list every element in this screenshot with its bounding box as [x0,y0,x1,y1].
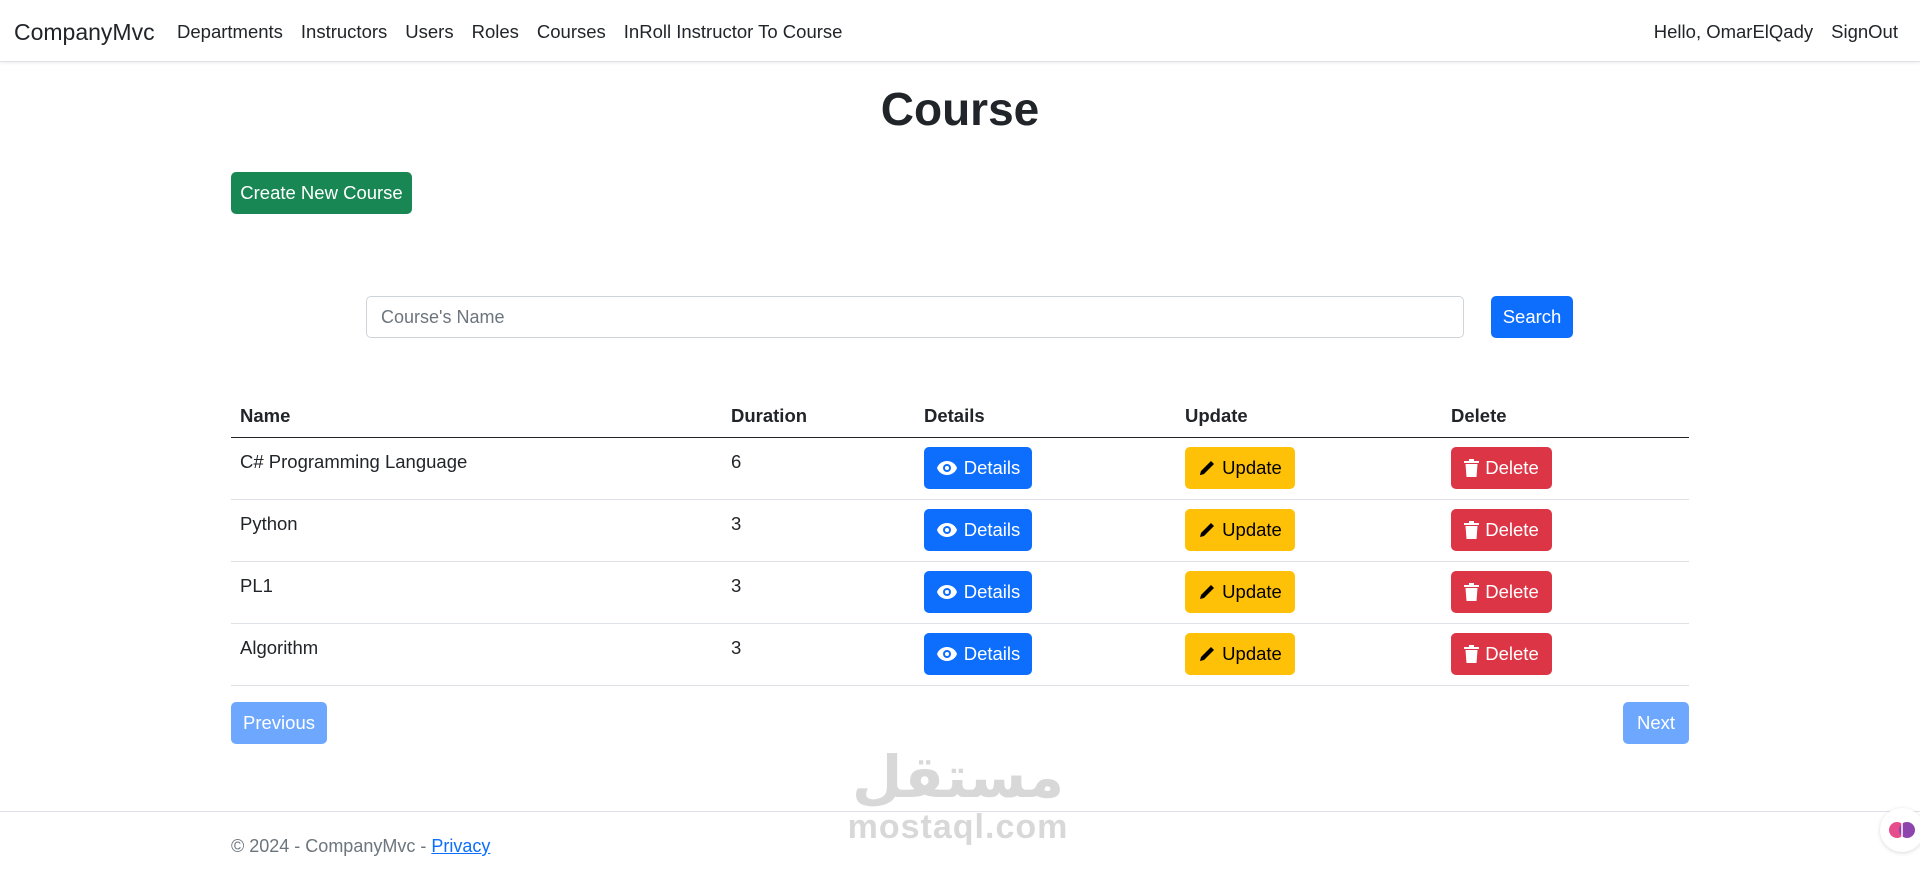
nav-user-area: Hello, OmarElQady SignOut [1636,21,1898,43]
details-label: Details [963,457,1021,478]
update-label: Update [1222,581,1282,602]
course-name: C# Programming Language [240,451,468,472]
trash-icon [1464,521,1480,539]
previous-button[interactable]: Previous [231,702,327,744]
eye-icon [936,585,957,599]
footer-text: © 2024 - CompanyMvc - Privacy [231,836,490,857]
header-name: Name [240,405,291,426]
trash-icon [1464,645,1480,663]
page-title: Course [880,83,1040,135]
details-button[interactable]: Details [924,509,1032,551]
details-label: Details [963,581,1021,602]
delete-button[interactable]: Delete [1451,509,1552,551]
header-duration: Duration [731,405,808,426]
update-label: Update [1222,643,1282,664]
eye-icon [936,461,957,475]
update-button[interactable]: Update [1185,633,1295,675]
delete-button[interactable]: Delete [1451,571,1552,613]
course-name: Algorithm [240,637,319,658]
table-header-row: Name Duration Details Update Delete [231,397,1689,438]
table-row: Python 3 Details Update Delete [231,500,1689,562]
details-button[interactable]: Details [924,633,1032,675]
footer: © 2024 - CompanyMvc - Privacy [0,811,1920,878]
pencil-icon [1200,647,1215,661]
details-label: Details [963,643,1021,664]
brain-icon [1889,822,1915,838]
signout-link[interactable]: SignOut [1831,21,1898,43]
details-label: Details [963,519,1021,540]
update-button[interactable]: Update [1185,509,1295,551]
delete-label: Delete [1485,643,1539,664]
search-button[interactable]: Search [1491,296,1573,338]
nav-link-roles[interactable]: Roles [472,21,519,43]
trash-icon [1464,459,1480,477]
course-name: Python [240,513,298,534]
pencil-icon [1200,461,1215,475]
create-new-course-button[interactable]: Create New Course [231,172,412,214]
user-greeting[interactable]: Hello, OmarElQady [1654,21,1813,43]
header-update: Update [1185,405,1248,426]
brand-link[interactable]: CompanyMvc [14,19,155,46]
nav-link-inroll-instructor[interactable]: InRoll Instructor To Course [624,21,843,43]
table-row: C# Programming Language 6 Details Update… [231,438,1689,500]
delete-button[interactable]: Delete [1451,447,1552,489]
nav-link-users[interactable]: Users [405,21,453,43]
table-row: Algorithm 3 Details Update Delete [231,624,1689,686]
update-button[interactable]: Update [1185,447,1295,489]
course-name: PL1 [240,575,273,596]
details-button[interactable]: Details [924,447,1032,489]
eye-icon [936,647,957,661]
pencil-icon [1200,523,1215,537]
delete-label: Delete [1485,519,1539,540]
course-duration: 6 [731,451,742,472]
update-button[interactable]: Update [1185,571,1295,613]
privacy-link[interactable]: Privacy [431,836,490,856]
update-label: Update [1222,519,1282,540]
header-details: Details [924,405,985,426]
header-delete: Delete [1451,405,1507,426]
course-duration: 3 [731,575,742,596]
table-row: PL1 3 Details Update Delete [231,562,1689,624]
course-duration: 3 [731,513,742,534]
eye-icon [936,523,957,537]
delete-label: Delete [1485,581,1539,602]
floating-widget-button[interactable] [1880,808,1920,852]
update-label: Update [1222,457,1282,478]
course-duration: 3 [731,637,742,658]
delete-button[interactable]: Delete [1451,633,1552,675]
trash-icon [1464,583,1480,601]
next-button[interactable]: Next [1623,702,1689,744]
delete-label: Delete [1485,457,1539,478]
nav-link-departments[interactable]: Departments [177,21,283,43]
footer-copyright: © 2024 - CompanyMvc - [231,836,432,856]
navbar: CompanyMvc Departments Instructors Users… [0,0,1920,62]
pencil-icon [1200,585,1215,599]
nav-links: Departments Instructors Users Roles Cour… [177,21,860,43]
nav-link-courses[interactable]: Courses [537,21,606,43]
details-button[interactable]: Details [924,571,1032,613]
watermark-arabic: مستقل [851,745,1065,810]
courses-table: Name Duration Details Update Delete C# P… [231,397,1689,686]
nav-link-instructors[interactable]: Instructors [301,21,387,43]
course-search-input[interactable] [366,296,1464,338]
